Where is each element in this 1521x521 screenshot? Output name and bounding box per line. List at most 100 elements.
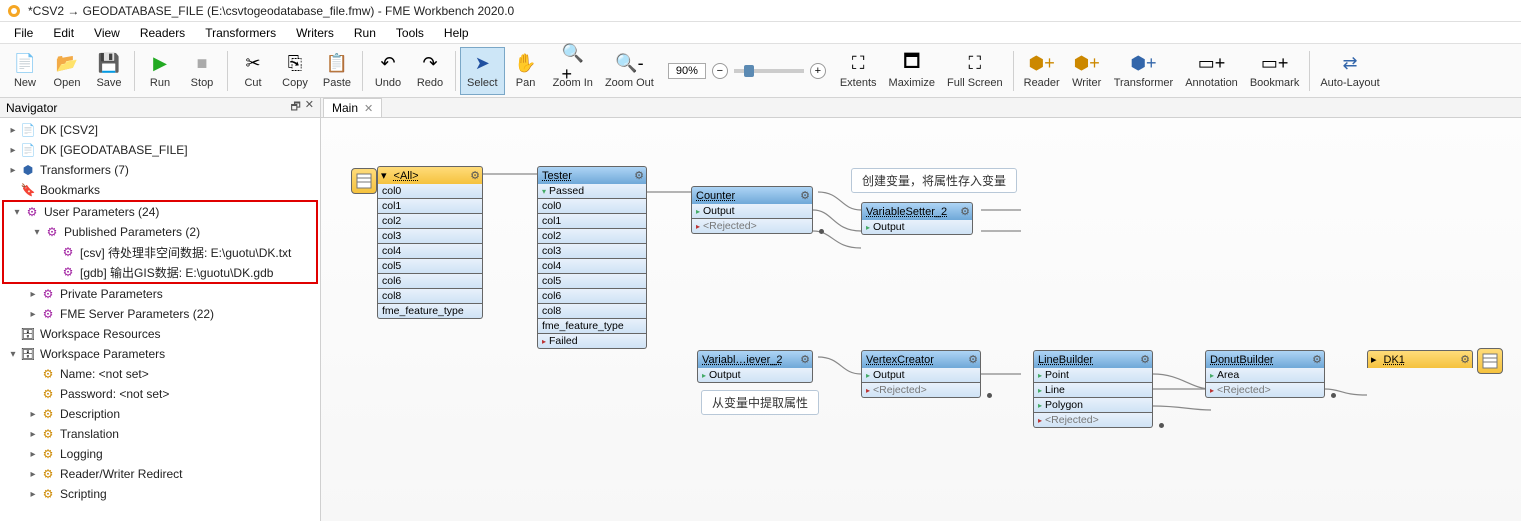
annotation-button[interactable]: ▭+Annotation: [1179, 47, 1244, 95]
port-col5[interactable]: col5: [377, 259, 483, 274]
port-fme-feature-type[interactable]: fme_feature_type: [377, 304, 483, 319]
tree-param-gdb[interactable]: ⚙[gdb] 输出GIS数据: E:\guotu\DK.gdb: [4, 262, 316, 282]
tree-ws-scripting[interactable]: ▸⚙Scripting: [0, 484, 320, 504]
node-linebuilder[interactable]: LineBuilder⚙ ▸Point ▸Line ▸Polygon ▸<Rej…: [1033, 350, 1153, 428]
zoom-input[interactable]: [668, 63, 706, 79]
tree-user-params[interactable]: ▾⚙User Parameters (24): [4, 202, 316, 222]
port-col3[interactable]: col3: [377, 229, 483, 244]
port-col2[interactable]: col2: [377, 214, 483, 229]
annotation-varret[interactable]: 从变量中提取属性: [701, 390, 819, 415]
menu-edit[interactable]: Edit: [43, 23, 84, 43]
port-output[interactable]: ▸Output: [691, 204, 813, 219]
port-output[interactable]: ▸Output: [697, 368, 813, 383]
close-icon[interactable]: ✕: [364, 102, 373, 115]
port-col0[interactable]: col0: [377, 184, 483, 199]
tree-workspace-resources[interactable]: 🗄Workspace Resources: [0, 324, 320, 344]
port-fme-feature-type[interactable]: fme_feature_type: [537, 319, 647, 334]
paste-button[interactable]: 📋Paste: [316, 47, 358, 95]
port-col5[interactable]: col5: [537, 274, 647, 289]
tree-ws-rwredir[interactable]: ▸⚙Reader/Writer Redirect: [0, 464, 320, 484]
tab-main[interactable]: Main✕: [323, 98, 382, 117]
port-polygon[interactable]: ▸Polygon: [1033, 398, 1153, 413]
port-col2[interactable]: col2: [537, 229, 647, 244]
gear-icon[interactable]: ⚙: [798, 189, 812, 202]
node-all[interactable]: ▾<All>⚙ col0 col1 col2 col3 col4 col5 co…: [377, 166, 483, 319]
stop-button[interactable]: ■Stop: [181, 47, 223, 95]
zoomout-button[interactable]: 🔍-Zoom Out: [599, 47, 660, 95]
reader-feature-icon[interactable]: [351, 168, 377, 194]
writer-button[interactable]: ⬢+Writer: [1066, 47, 1108, 95]
autolayout-button[interactable]: ⇄Auto-Layout: [1314, 47, 1385, 95]
annotation-varset[interactable]: 创建变量，将属性存入变量: [851, 168, 1017, 193]
menu-view[interactable]: View: [84, 23, 130, 43]
zoom-thumb[interactable]: [744, 65, 754, 77]
canvas[interactable]: ▾<All>⚙ col0 col1 col2 col3 col4 col5 co…: [321, 118, 1521, 521]
zoomin-button[interactable]: 🔍+Zoom In: [547, 47, 599, 95]
bookmark-button[interactable]: ▭+Bookmark: [1244, 47, 1306, 95]
gear-icon[interactable]: ⚙: [1458, 353, 1472, 366]
gear-icon[interactable]: ⚙: [958, 205, 972, 218]
port-col0[interactable]: col0: [537, 199, 647, 214]
gear-icon[interactable]: ⚙: [1138, 353, 1152, 366]
tree-ws-logging[interactable]: ▸⚙Logging: [0, 444, 320, 464]
port-col1[interactable]: col1: [377, 199, 483, 214]
port-rejected[interactable]: ▸<Rejected>: [861, 383, 981, 398]
tree-param-csv[interactable]: ⚙[csv] 待处理非空间数据: E:\guotu\DK.txt: [4, 242, 316, 262]
port-col6[interactable]: col6: [377, 274, 483, 289]
undo-button[interactable]: ↶Undo: [367, 47, 409, 95]
port-col6[interactable]: col6: [537, 289, 647, 304]
close-icon[interactable]: ✕: [305, 98, 314, 117]
tree-published-params[interactable]: ▾⚙Published Parameters (2): [4, 222, 316, 242]
menu-tools[interactable]: Tools: [386, 23, 434, 43]
new-button[interactable]: 📄New: [4, 47, 46, 95]
tree-ws-password[interactable]: ⚙Password: <not set>: [0, 384, 320, 404]
zoom-minus-button[interactable]: −: [712, 63, 728, 79]
tree-transformers[interactable]: ▸⬢Transformers (7): [0, 160, 320, 180]
transformer-button[interactable]: ⬢+Transformer: [1108, 47, 1180, 95]
menu-file[interactable]: File: [4, 23, 43, 43]
open-button[interactable]: 📂Open: [46, 47, 88, 95]
port-col4[interactable]: col4: [377, 244, 483, 259]
gear-icon[interactable]: ⚙: [1310, 353, 1324, 366]
zoom-slider[interactable]: [734, 69, 804, 73]
menu-writers[interactable]: Writers: [286, 23, 344, 43]
menu-help[interactable]: Help: [434, 23, 479, 43]
run-button[interactable]: ▶Run: [139, 47, 181, 95]
tree-dk-csv[interactable]: ▸📄DK [CSV2]: [0, 120, 320, 140]
menu-transformers[interactable]: Transformers: [195, 23, 286, 43]
tree-ws-desc[interactable]: ▸⚙Description: [0, 404, 320, 424]
port-output[interactable]: ▸Output: [861, 368, 981, 383]
save-button[interactable]: 💾Save: [88, 47, 130, 95]
tree-bookmarks[interactable]: 🔖Bookmarks: [0, 180, 320, 200]
node-donutbuilder[interactable]: DonutBuilder⚙ ▸Area ▸<Rejected>: [1205, 350, 1325, 398]
maximize-button[interactable]: 🗖Maximize: [883, 47, 941, 95]
expand-icon[interactable]: ▾: [378, 169, 390, 182]
pan-button[interactable]: ✋Pan: [505, 47, 547, 95]
port-rejected[interactable]: ▸<Rejected>: [1033, 413, 1153, 428]
port-area[interactable]: ▸Area: [1205, 368, 1325, 383]
tree-fme-server-params[interactable]: ▸⚙FME Server Parameters (22): [0, 304, 320, 324]
copy-button[interactable]: ⎘Copy: [274, 47, 316, 95]
gear-icon[interactable]: ⚙: [966, 353, 980, 366]
port-col3[interactable]: col3: [537, 244, 647, 259]
tree-ws-trans[interactable]: ▸⚙Translation: [0, 424, 320, 444]
node-variableretriever[interactable]: Variabl…iever_2⚙ ▸Output: [697, 350, 813, 383]
port-col8[interactable]: col8: [537, 304, 647, 319]
reader-button[interactable]: ⬢+Reader: [1018, 47, 1066, 95]
dock-icon[interactable]: 🗗: [290, 98, 300, 117]
extents-button[interactable]: ⛶Extents: [834, 47, 883, 95]
port-col4[interactable]: col4: [537, 259, 647, 274]
cut-button[interactable]: ✂Cut: [232, 47, 274, 95]
node-vertexcreator[interactable]: VertexCreator⚙ ▸Output ▸<Rejected>: [861, 350, 981, 398]
port-point[interactable]: ▸Point: [1033, 368, 1153, 383]
menu-readers[interactable]: Readers: [130, 23, 195, 43]
node-variablesetter[interactable]: VariableSetter_2⚙ ▸Output: [861, 202, 973, 235]
redo-button[interactable]: ↷Redo: [409, 47, 451, 95]
gear-icon[interactable]: ⚙: [632, 169, 646, 182]
tree-workspace-params[interactable]: ▾🗄Workspace Parameters: [0, 344, 320, 364]
port-failed[interactable]: ▸Failed: [537, 334, 647, 349]
port-col8[interactable]: col8: [377, 289, 483, 304]
port-rejected[interactable]: ▸<Rejected>: [1205, 383, 1325, 398]
port-output[interactable]: ▸Output: [861, 220, 973, 235]
node-tester[interactable]: Tester⚙ ▾Passed col0 col1 col2 col3 col4…: [537, 166, 647, 349]
